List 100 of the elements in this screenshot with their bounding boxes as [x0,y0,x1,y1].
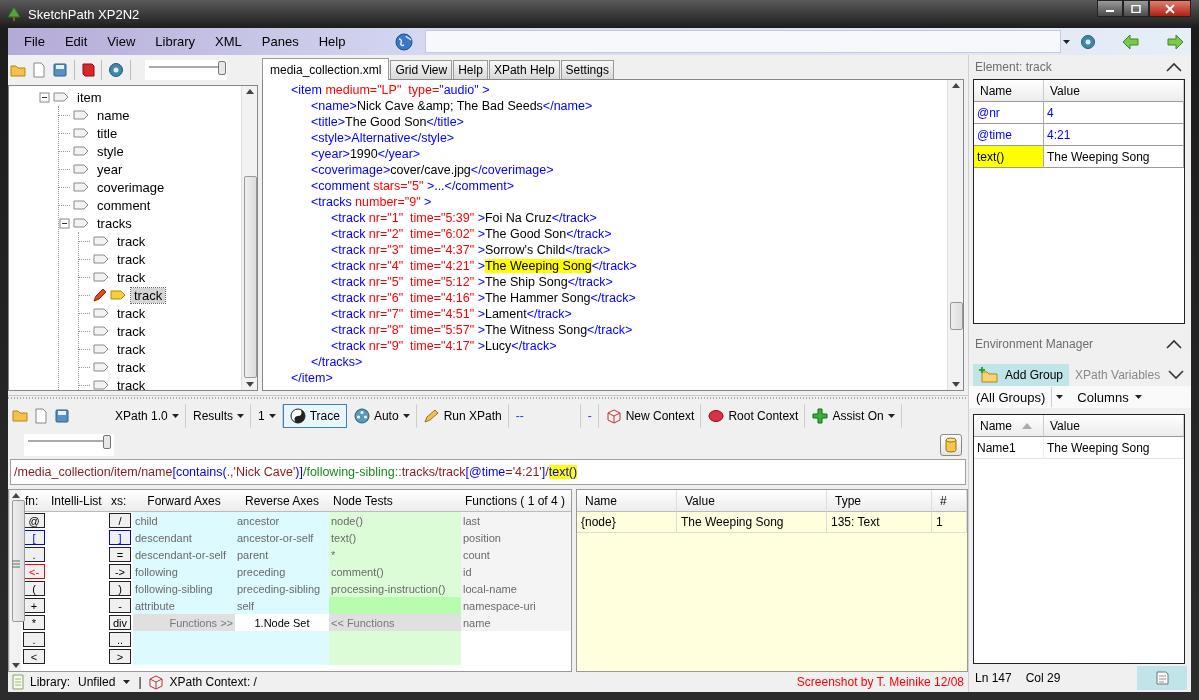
scrollbar-thumb[interactable] [244,176,257,378]
symbol-button[interactable]: > [109,649,131,664]
table-cell[interactable]: processing-instruction() [329,580,461,597]
columns-dropdown[interactable]: Columns [1074,389,1145,405]
scrollbar-thumb[interactable] [12,500,25,622]
column-header[interactable]: Value [1044,80,1184,102]
dropdown[interactable]: XPath 1.0 [90,404,186,428]
symbol-button[interactable]: = [109,547,131,562]
table-cell[interactable]: id [461,563,571,580]
table-cell[interactable]: following [133,563,235,580]
table-cell[interactable]: attribute [133,597,235,614]
menu-item[interactable]: Panes [251,34,309,49]
tab[interactable]: Settings [560,60,614,79]
globe-icon[interactable] [395,32,414,51]
column-header[interactable]: Name [974,80,1044,102]
table-cell[interactable]: child [133,512,235,529]
tree-item[interactable]: year [94,161,126,177]
scroll-down-icon[interactable] [951,382,960,387]
scrollbar-thumb[interactable] [950,302,963,330]
tree-item[interactable]: item [74,89,105,105]
forward-icon[interactable] [1166,33,1185,50]
table-cell[interactable]: descendant-or-self [133,546,235,563]
symbol-button[interactable]: <- [23,564,45,579]
tree-item[interactable]: tracks [94,215,135,231]
table-cell[interactable]: following-sibling [133,580,235,597]
tree-item[interactable]: track [131,287,166,303]
column-header[interactable]: Value [1044,415,1184,437]
book-icon[interactable] [81,62,95,78]
table-cell[interactable]: count [461,546,571,563]
scroll-down-icon[interactable] [11,663,20,668]
table-cell[interactable]: parent [235,546,329,563]
symbol-button[interactable]: ] [109,530,131,545]
table-cell[interactable]: last [461,512,571,529]
table-cell[interactable]: comment() [329,563,461,580]
address-field[interactable] [425,30,1062,53]
tree-item[interactable]: comment [94,197,154,213]
close-button[interactable] [1149,0,1191,17]
scroll-up-icon[interactable] [11,493,20,498]
toggle-button[interactable]: Trace [282,404,347,428]
menu-item[interactable]: File [14,34,55,49]
tree-item[interactable]: track [114,323,149,339]
symbol-button[interactable]: * [23,615,45,630]
symbol-button[interactable]: .. [109,632,131,647]
scrollbar[interactable] [947,80,963,390]
table-cell[interactable]: * [329,546,461,563]
column-header[interactable]: Name [577,490,677,512]
table-cell[interactable]: ancestor [235,512,329,529]
toolbar-button[interactable]: New Context [598,404,702,428]
collapse-icon[interactable] [1165,338,1183,350]
maximize-button[interactable] [1123,0,1149,17]
symbol-button[interactable]: . [23,632,45,647]
tree-item[interactable]: track [114,377,149,390]
tree-item[interactable]: name [94,107,133,123]
tree-item[interactable]: style [94,143,127,159]
caret-icon[interactable] [1063,39,1071,44]
library-dropdown[interactable]: Unfiled [76,675,133,689]
table-cell[interactable]: node() [329,512,461,529]
symbol-button[interactable]: . [23,547,45,562]
collapse-icon[interactable] [39,91,50,103]
symbol-button[interactable]: div [109,615,131,630]
database-button[interactable] [940,434,962,456]
group-dropdown[interactable]: (All Groups) [973,387,1067,407]
symbol-button[interactable]: < [23,649,45,664]
symbol-button[interactable]: @ [23,513,45,528]
collapse-icon[interactable] [1165,61,1183,73]
dropdown[interactable]: Assist On [805,404,902,428]
table-cell[interactable]: local-name [461,580,571,597]
symbol-button[interactable]: ( [23,581,45,596]
collapse-icon[interactable] [59,217,70,229]
nav-button[interactable]: Functions >> [133,614,235,631]
tab[interactable]: Add Group [973,364,1070,386]
symbol-button[interactable]: / [109,513,131,528]
expand-icon[interactable] [1167,369,1185,381]
symbol-button[interactable]: [ [23,530,45,545]
column-header[interactable]: Type [827,490,932,512]
save-icon[interactable] [54,408,70,424]
menu-item[interactable]: Help [308,34,356,49]
save-icon[interactable] [52,62,68,78]
dropdown[interactable]: Results [186,404,251,428]
slider[interactable] [145,60,227,80]
slider[interactable] [24,434,114,456]
tree-item[interactable]: track [114,251,149,267]
symbol-button[interactable]: - [109,598,131,613]
table-cell[interactable]: name [461,614,571,631]
menu-item[interactable]: Edit [54,34,98,49]
tree-item[interactable]: track [114,341,149,357]
tree-item[interactable]: track [114,305,149,321]
scroll-up-icon[interactable] [245,89,254,94]
table-cell[interactable]: descendant [133,529,235,546]
column-header[interactable]: # [932,490,967,512]
back-icon[interactable] [1122,33,1141,50]
tree-item[interactable]: title [94,125,121,141]
column-header[interactable]: Value [677,490,827,512]
menu-item[interactable]: View [97,34,146,49]
table-cell[interactable]: text() [329,529,461,546]
dropdown[interactable]: Auto [346,404,417,428]
table-cell[interactable]: preceding-sibling [235,580,329,597]
table-cell[interactable]: self [235,597,329,614]
tree-item[interactable]: track [114,233,149,249]
tab[interactable]: XPath Help [488,60,560,79]
